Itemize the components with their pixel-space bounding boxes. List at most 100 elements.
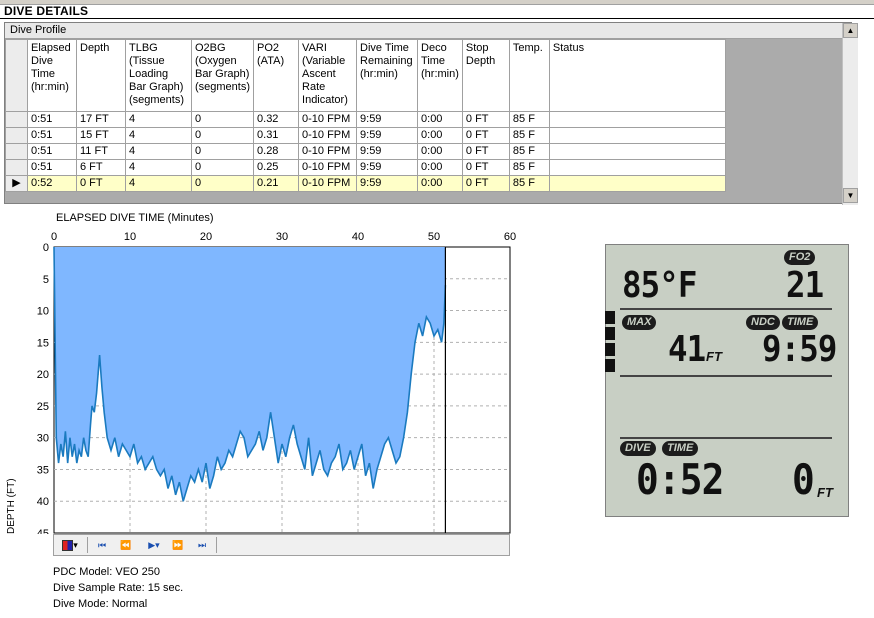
table-row[interactable]: 0:51 17 FT 4 0 0.32 0-10 FPM 9:59 0:00 0 FT 85 F bbox=[5, 111, 726, 128]
fast-forward-icon[interactable]: ⏩ bbox=[168, 538, 188, 552]
column-header-po2[interactable]: PO2 (ATA) bbox=[253, 39, 300, 112]
dive-computer-display: FO2 85°F 21 MAX NDC TIME 41 FT 9:59 DIVE… bbox=[605, 244, 849, 517]
first-icon[interactable]: ⏮ bbox=[92, 538, 112, 552]
table-cell[interactable]: 0:00 bbox=[417, 111, 463, 128]
column-header-temp[interactable]: Temp. bbox=[508, 39, 550, 112]
row-selector[interactable] bbox=[5, 143, 28, 160]
column-header-deco-time[interactable]: Deco Time (hr:min) bbox=[417, 39, 463, 112]
column-header-o2bg[interactable]: O2BG (Oxygen Bar Graph) (segments) bbox=[190, 39, 255, 112]
table-cell[interactable]: 0 bbox=[190, 143, 255, 160]
grid-vertical-scrollbar[interactable]: ▲ ▼ bbox=[842, 23, 858, 205]
table-cell[interactable]: 85 F bbox=[508, 111, 550, 128]
table-cell[interactable]: 85 F bbox=[508, 159, 550, 176]
table-row[interactable]: 0:51 15 FT 4 0 0.31 0-10 FPM 9:59 0:00 0 FT 85 F bbox=[5, 127, 726, 144]
lcd-bar-segment bbox=[605, 359, 615, 372]
lcd-bar-segment bbox=[605, 343, 615, 356]
table-cell[interactable]: 4 bbox=[125, 175, 192, 192]
table-cell[interactable]: 0 FT bbox=[461, 143, 510, 160]
table-row[interactable]: 0:51 11 FT 4 0 0.28 0-10 FPM 9:59 0:00 0 FT 85 F bbox=[5, 143, 726, 160]
table-cell[interactable]: 0:51 bbox=[27, 111, 77, 128]
row-selector-header bbox=[5, 39, 28, 112]
table-cell[interactable]: 9:59 bbox=[356, 127, 419, 144]
row-selector[interactable] bbox=[5, 159, 28, 176]
table-cell[interactable]: 0.25 bbox=[253, 159, 300, 176]
table-cell[interactable]: 0 FT bbox=[461, 127, 510, 144]
y-tick-label: 0 bbox=[43, 242, 49, 254]
column-header-dive-time-remaining[interactable]: Dive Time Remaining (hr:min) bbox=[356, 39, 419, 112]
table-cell[interactable]: 0.28 bbox=[253, 143, 300, 160]
table-row[interactable]: ▶ 0:52 0 FT 4 0 0.21 0-10 FPM 9:59 0:00 0 FT 85 F bbox=[5, 175, 726, 192]
table-cell[interactable]: 9:59 bbox=[356, 143, 419, 160]
table-cell[interactable]: 4 bbox=[125, 159, 192, 176]
table-cell[interactable]: 4 bbox=[125, 143, 192, 160]
table-cell[interactable]: 4 bbox=[125, 111, 192, 128]
table-cell[interactable]: 0:00 bbox=[417, 127, 463, 144]
scrollbar-track[interactable] bbox=[844, 38, 857, 188]
table-cell[interactable]: 0:51 bbox=[27, 127, 77, 144]
table-cell[interactable]: 0:00 bbox=[417, 143, 463, 160]
table-cell[interactable]: 0-10 FPM bbox=[298, 175, 358, 192]
table-cell[interactable]: 4 bbox=[125, 127, 192, 144]
column-header-vari[interactable]: VARI (Variable Ascent Rate Indicator) bbox=[298, 39, 358, 112]
table-cell[interactable]: 0-10 FPM bbox=[298, 159, 358, 176]
table-cell[interactable] bbox=[548, 111, 726, 128]
ndc-label: NDC bbox=[746, 315, 780, 330]
table-cell[interactable]: 0:00 bbox=[417, 175, 463, 192]
scroll-down-icon[interactable]: ▼ bbox=[843, 188, 858, 203]
table-cell[interactable]: 0.32 bbox=[253, 111, 300, 128]
scroll-up-icon[interactable]: ▲ bbox=[843, 23, 858, 38]
table-cell[interactable]: 0:00 bbox=[417, 159, 463, 176]
table-cell[interactable] bbox=[548, 175, 726, 192]
table-row[interactable]: 0:51 6 FT 4 0 0.25 0-10 FPM 9:59 0:00 0 FT 85 F bbox=[5, 159, 726, 176]
row-selector[interactable] bbox=[5, 127, 28, 144]
column-header-status[interactable]: Status bbox=[548, 39, 726, 112]
table-cell[interactable]: 0 FT bbox=[461, 111, 510, 128]
column-header-depth[interactable]: Depth bbox=[76, 39, 126, 112]
table-cell[interactable]: 85 F bbox=[508, 127, 550, 144]
rewind-icon[interactable]: ⏪ bbox=[116, 538, 136, 552]
last-icon[interactable]: ⏭ bbox=[192, 538, 212, 552]
row-selector[interactable]: ▶ bbox=[5, 175, 28, 192]
y-tick-label: 30 bbox=[37, 433, 49, 445]
table-cell[interactable]: 15 FT bbox=[76, 127, 126, 144]
table-cell[interactable]: 85 F bbox=[508, 175, 550, 192]
column-header-elapsed-time[interactable]: Elapsed Dive Time (hr:min) bbox=[27, 39, 77, 112]
table-cell[interactable]: 0.31 bbox=[253, 127, 300, 144]
lcd-divider bbox=[620, 437, 832, 439]
column-header-tlbg[interactable]: TLBG (Tissue Loading Bar Graph) (segment… bbox=[125, 39, 192, 112]
table-cell[interactable]: 0 bbox=[190, 175, 255, 192]
table-cell[interactable]: 0.21 bbox=[253, 175, 300, 192]
table-cell[interactable]: 0-10 FPM bbox=[298, 127, 358, 144]
table-cell[interactable]: 0:51 bbox=[27, 143, 77, 160]
table-cell[interactable] bbox=[548, 159, 726, 176]
table-cell[interactable]: 9:59 bbox=[356, 111, 419, 128]
table-cell[interactable]: 6 FT bbox=[76, 159, 126, 176]
lcd-ndc-time: 9:59 bbox=[762, 329, 837, 370]
table-cell[interactable]: 0 FT bbox=[76, 175, 126, 192]
table-cell[interactable]: 0-10 FPM bbox=[298, 111, 358, 128]
table-cell[interactable]: 85 F bbox=[508, 143, 550, 160]
table-cell[interactable]: 11 FT bbox=[76, 143, 126, 160]
table-cell[interactable]: 0 FT bbox=[461, 175, 510, 192]
table-cell[interactable]: 0:52 bbox=[27, 175, 77, 192]
table-cell[interactable]: 0 bbox=[190, 159, 255, 176]
column-header-stop-depth[interactable]: Stop Depth bbox=[461, 39, 510, 112]
table-cell[interactable]: 17 FT bbox=[76, 111, 126, 128]
row-selector[interactable] bbox=[5, 111, 28, 128]
table-cell[interactable] bbox=[548, 143, 726, 160]
table-cell[interactable]: 0 bbox=[190, 127, 255, 144]
table-cell[interactable] bbox=[548, 127, 726, 144]
dive-profile-chart[interactable]: 0 10 20 30 40 50 60 0 5 10 15 20 25 30 35 40 45 bbox=[0, 226, 520, 534]
title-divider bbox=[0, 18, 874, 19]
lcd-bar-segment bbox=[605, 327, 615, 340]
table-cell[interactable]: 0:51 bbox=[27, 159, 77, 176]
lcd-depth-unit: FT bbox=[817, 485, 833, 500]
table-cell[interactable]: 0-10 FPM bbox=[298, 143, 358, 160]
y-tick-label: 5 bbox=[43, 274, 49, 286]
table-cell[interactable]: 9:59 bbox=[356, 175, 419, 192]
table-cell[interactable]: 0 FT bbox=[461, 159, 510, 176]
palette-icon[interactable]: ▾ bbox=[58, 538, 82, 552]
play-icon[interactable]: ▶▾ bbox=[142, 538, 166, 552]
table-cell[interactable]: 9:59 bbox=[356, 159, 419, 176]
table-cell[interactable]: 0 bbox=[190, 111, 255, 128]
